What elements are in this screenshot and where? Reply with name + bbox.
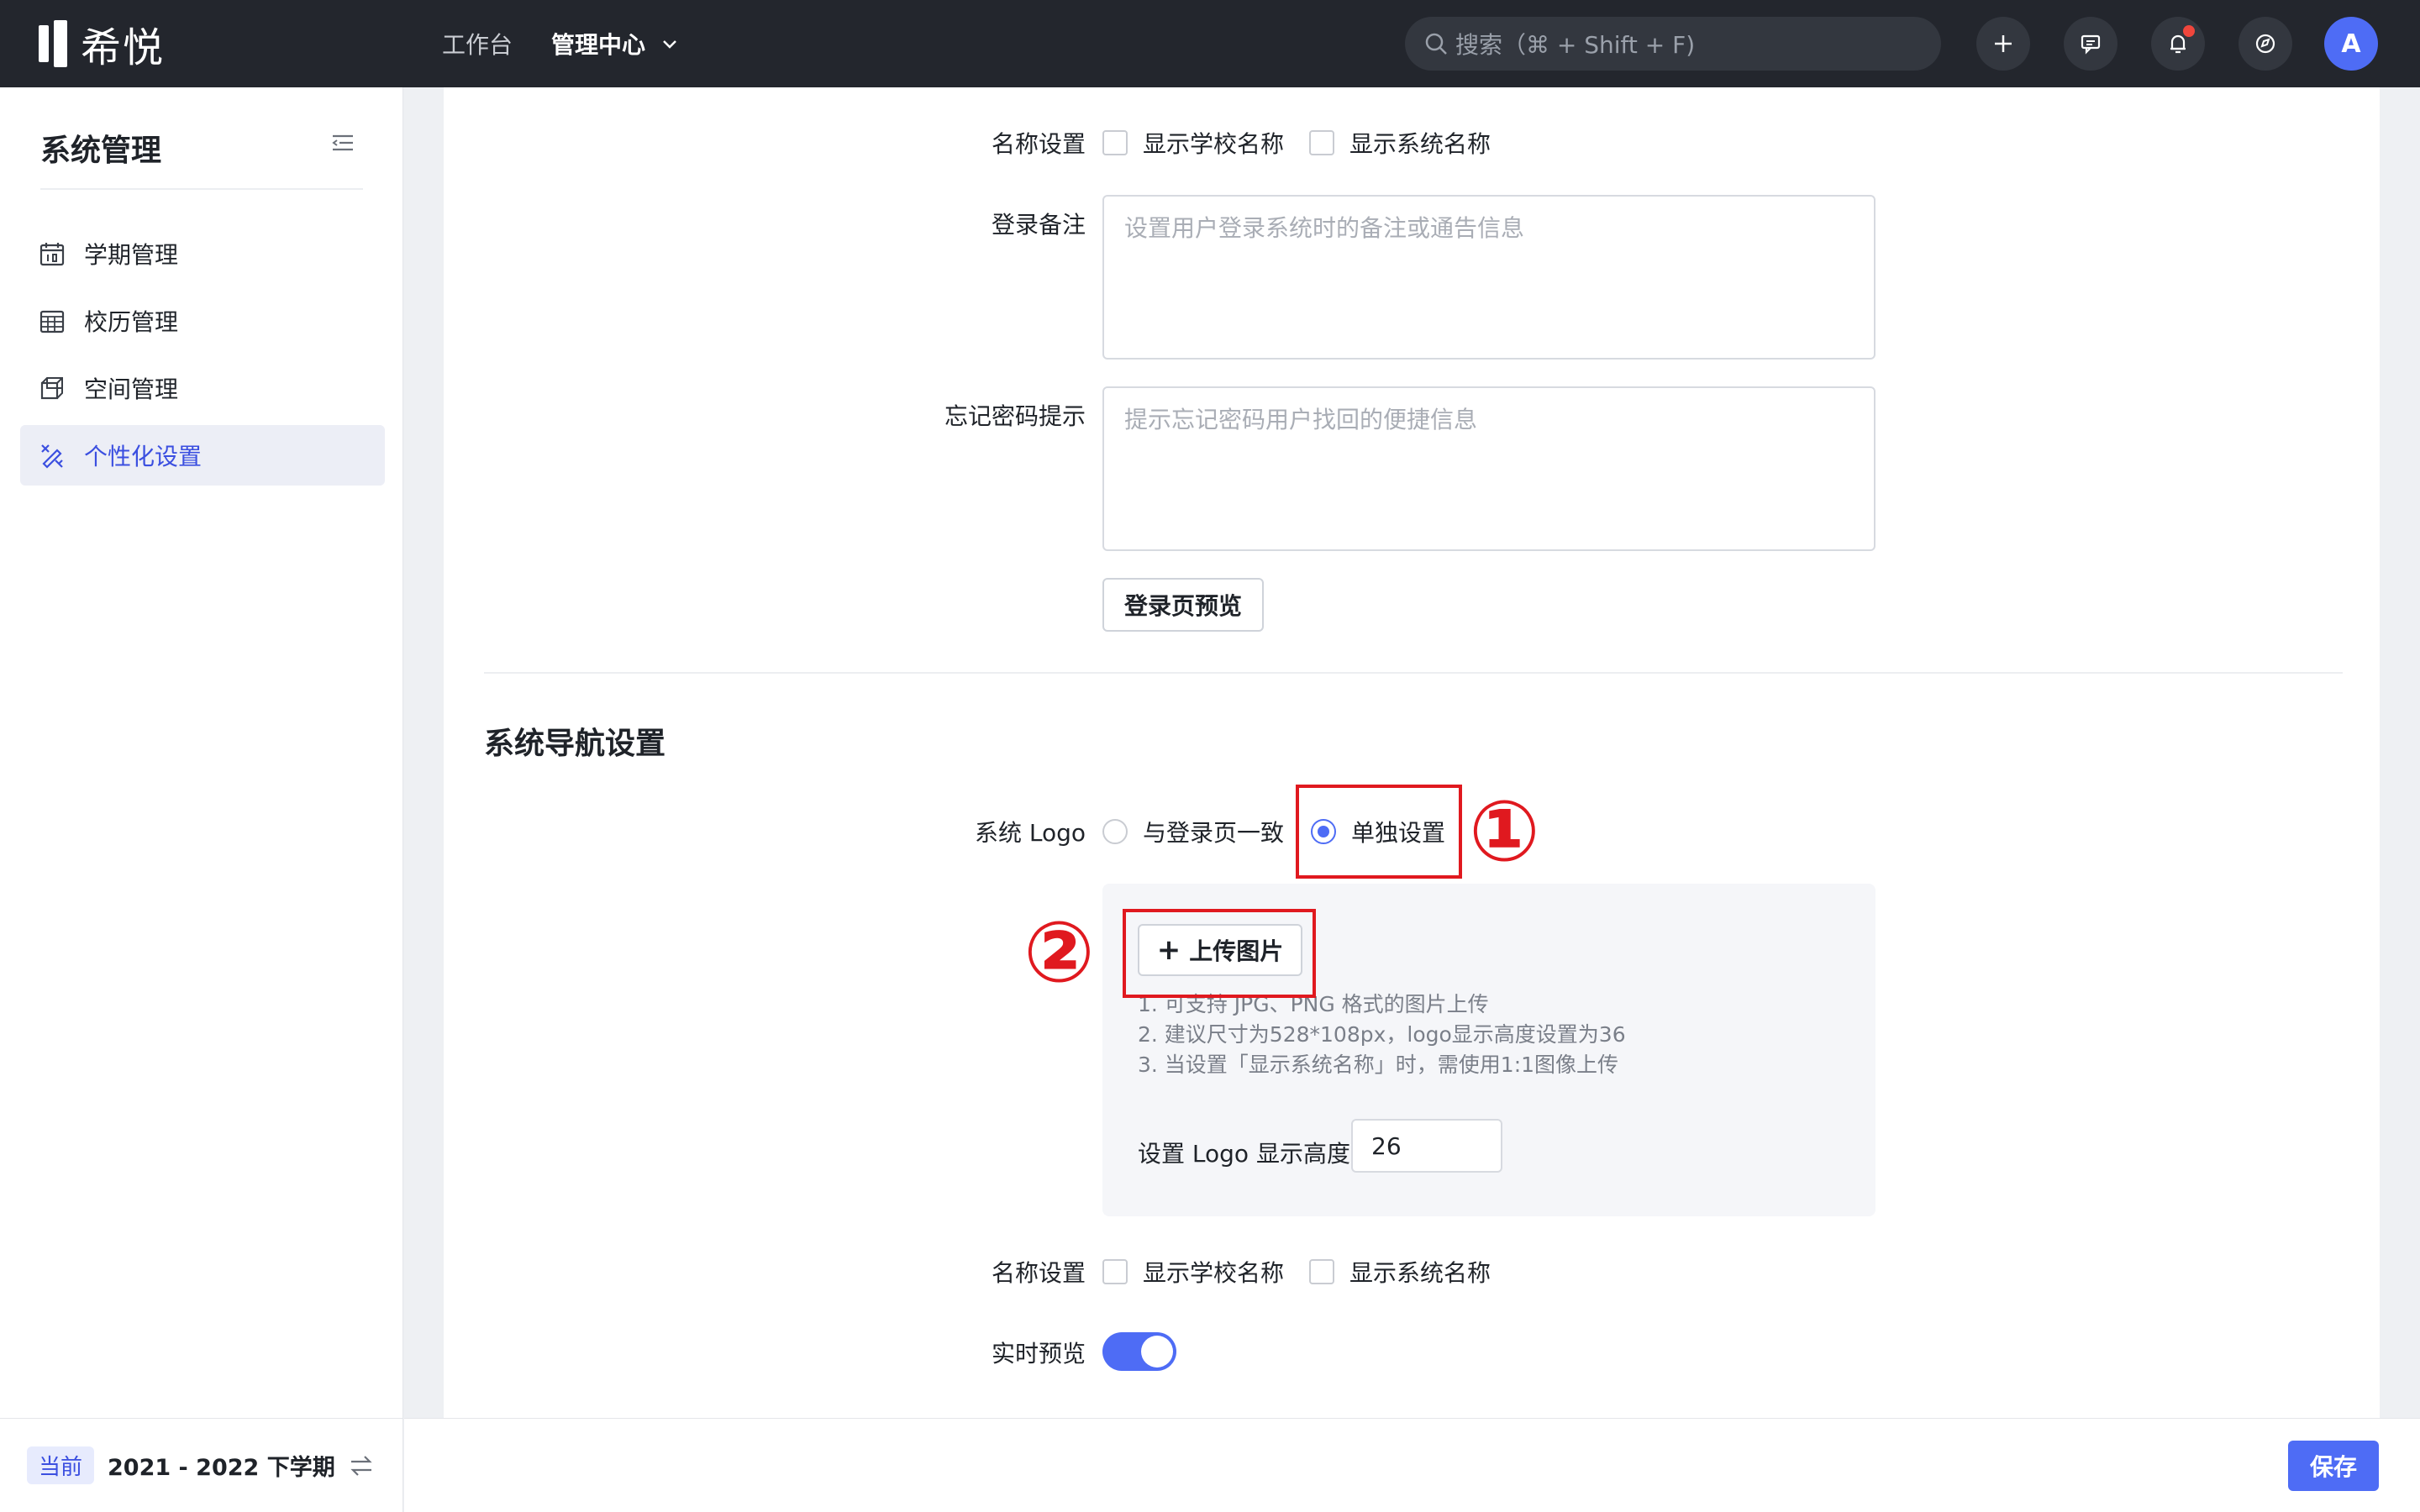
sidebar-title: 系统管理: [40, 134, 162, 168]
annotation-number-2: ②: [1023, 903, 1095, 1001]
brand-name: 希悦: [81, 24, 166, 71]
textarea-placeholder: 设置用户登录系统时的备注或通告信息: [1124, 214, 1525, 242]
current-term-tag: 当前: [27, 1446, 95, 1484]
checkbox-label: 显示系统名称: [1349, 130, 1491, 158]
logo-height-value: 26: [1371, 1131, 1402, 1160]
chat-icon: [2081, 34, 2101, 55]
calendar-icon: [39, 243, 65, 266]
search-icon: [1425, 33, 1447, 55]
nav-show-system-checkbox[interactable]: [1309, 1259, 1335, 1284]
sidebar-item-calendar[interactable]: 校历管理: [20, 291, 385, 351]
nav-item-label: 管理中心: [551, 31, 646, 59]
nav-item-label: 工作台: [442, 31, 513, 59]
textarea-placeholder: 提示忘记密码用户找回的便捷信息: [1124, 406, 1478, 433]
nav-section-title: 系统导航设置: [484, 727, 666, 761]
sidebar-item-label: 空间管理: [84, 375, 179, 403]
nav-show-school-checkbox[interactable]: [1102, 1259, 1128, 1284]
sidebar-item-label: 个性化设置: [84, 443, 203, 470]
upload-hint: 2. 建议尺寸为528*108px，logo显示高度设置为36: [1138, 1022, 1626, 1047]
logo-height-label: 设置 Logo 显示高度: [1138, 1140, 1350, 1168]
login-show-system-checkbox[interactable]: [1309, 130, 1335, 155]
current-term-bar[interactable]: 当前 2021 - 2022 下学期: [0, 1418, 403, 1512]
nav-item-admin-center[interactable]: 管理中心: [551, 27, 679, 60]
sidebar-item-space[interactable]: 空间管理: [20, 358, 385, 418]
checkbox-label: 显示学校名称: [1143, 1259, 1285, 1287]
avatar[interactable]: A: [2324, 17, 2378, 71]
sidebar-item-personalization[interactable]: 个性化设置: [20, 425, 385, 486]
plus-icon: [1995, 35, 2012, 52]
brand-mark-icon: [39, 20, 72, 67]
apps-button[interactable]: [2238, 17, 2292, 71]
login-note-textarea[interactable]: 设置用户登录系统时的备注或通告信息: [1102, 195, 1876, 360]
login-name-options: 显示学校名称 显示系统名称: [1102, 126, 1491, 160]
live-preview-toggle[interactable]: [1102, 1332, 1176, 1371]
forgot-password-textarea[interactable]: 提示忘记密码用户找回的便捷信息: [1102, 386, 1876, 551]
current-term-value: 2021 - 2022 下学期: [108, 1455, 335, 1481]
sidebar-item-label: 校历管理: [84, 308, 179, 336]
sidebar-menu: 学期管理 校历管理 空间管理 个性化设置: [20, 223, 385, 492]
cube-icon: [40, 377, 63, 400]
login-name-setting-label: 名称设置: [991, 130, 1086, 158]
sidebar-item-label: 学期管理: [84, 241, 179, 269]
nav-name-options: 显示学校名称 显示系统名称: [1102, 1255, 1491, 1289]
section-divider: [484, 672, 2343, 674]
collapse-sidebar-icon[interactable]: [329, 129, 356, 156]
chevron-down-icon: [663, 40, 676, 49]
save-button[interactable]: 保存: [2288, 1441, 2379, 1491]
notifications-button[interactable]: [2151, 17, 2205, 71]
add-button[interactable]: [1976, 17, 2030, 71]
live-preview-label: 实时预览: [991, 1340, 1086, 1368]
login-note-label: 登录备注: [991, 211, 1086, 239]
radio-label: 与登录页一致: [1143, 819, 1285, 847]
annotation-number-1: ①: [1469, 782, 1540, 880]
logo-height-input[interactable]: 26: [1351, 1119, 1502, 1173]
search-placeholder: 搜索（⌘ + Shift + F): [1455, 31, 1696, 59]
search-input[interactable]: 搜索（⌘ + Shift + F): [1405, 17, 1941, 71]
checkbox-label: 显示系统名称: [1349, 1259, 1491, 1287]
top-nav: 工作台 管理中心: [442, 0, 718, 87]
messages-button[interactable]: [2064, 17, 2118, 71]
brand-logo[interactable]: 希悦: [39, 20, 165, 71]
brush-icon: [41, 444, 63, 469]
settings-card: 名称设置 显示学校名称 显示系统名称 登录备注 设置用户登录系统时的备注或通告信…: [444, 87, 2380, 1418]
nav-name-setting-label: 名称设置: [991, 1259, 1086, 1287]
swap-icon[interactable]: [348, 1452, 375, 1479]
upload-hint: 3. 当设置「显示系统名称」时，需使用1:1图像上传: [1138, 1053, 1619, 1077]
compass-icon: [2255, 34, 2275, 54]
login-show-school-checkbox[interactable]: [1102, 130, 1128, 155]
annotation-box-2: [1123, 909, 1316, 998]
grid-calendar-icon: [39, 310, 65, 333]
checkbox-label: 显示学校名称: [1143, 130, 1285, 158]
top-bar: 希悦 工作台 管理中心 搜索（⌘ + Shift + F) A: [0, 0, 2420, 87]
nav-item-workbench[interactable]: 工作台: [442, 27, 513, 60]
system-logo-label: 系统 Logo: [974, 819, 1086, 847]
sidebar: 系统管理 学期管理 校历管理 空间管理 个性化设置 当前 2021 - 2022…: [0, 87, 403, 1512]
logo-same-as-login-radio[interactable]: [1102, 819, 1128, 844]
bottom-action-bar: 保存: [404, 1418, 2420, 1512]
annotation-box-1: [1296, 785, 1462, 879]
sidebar-divider: [40, 188, 363, 190]
sidebar-item-term[interactable]: 学期管理: [20, 223, 385, 284]
login-preview-button[interactable]: 登录页预览: [1102, 578, 1264, 632]
forgot-password-label: 忘记密码提示: [944, 402, 1086, 430]
notification-dot: [2183, 25, 2195, 37]
